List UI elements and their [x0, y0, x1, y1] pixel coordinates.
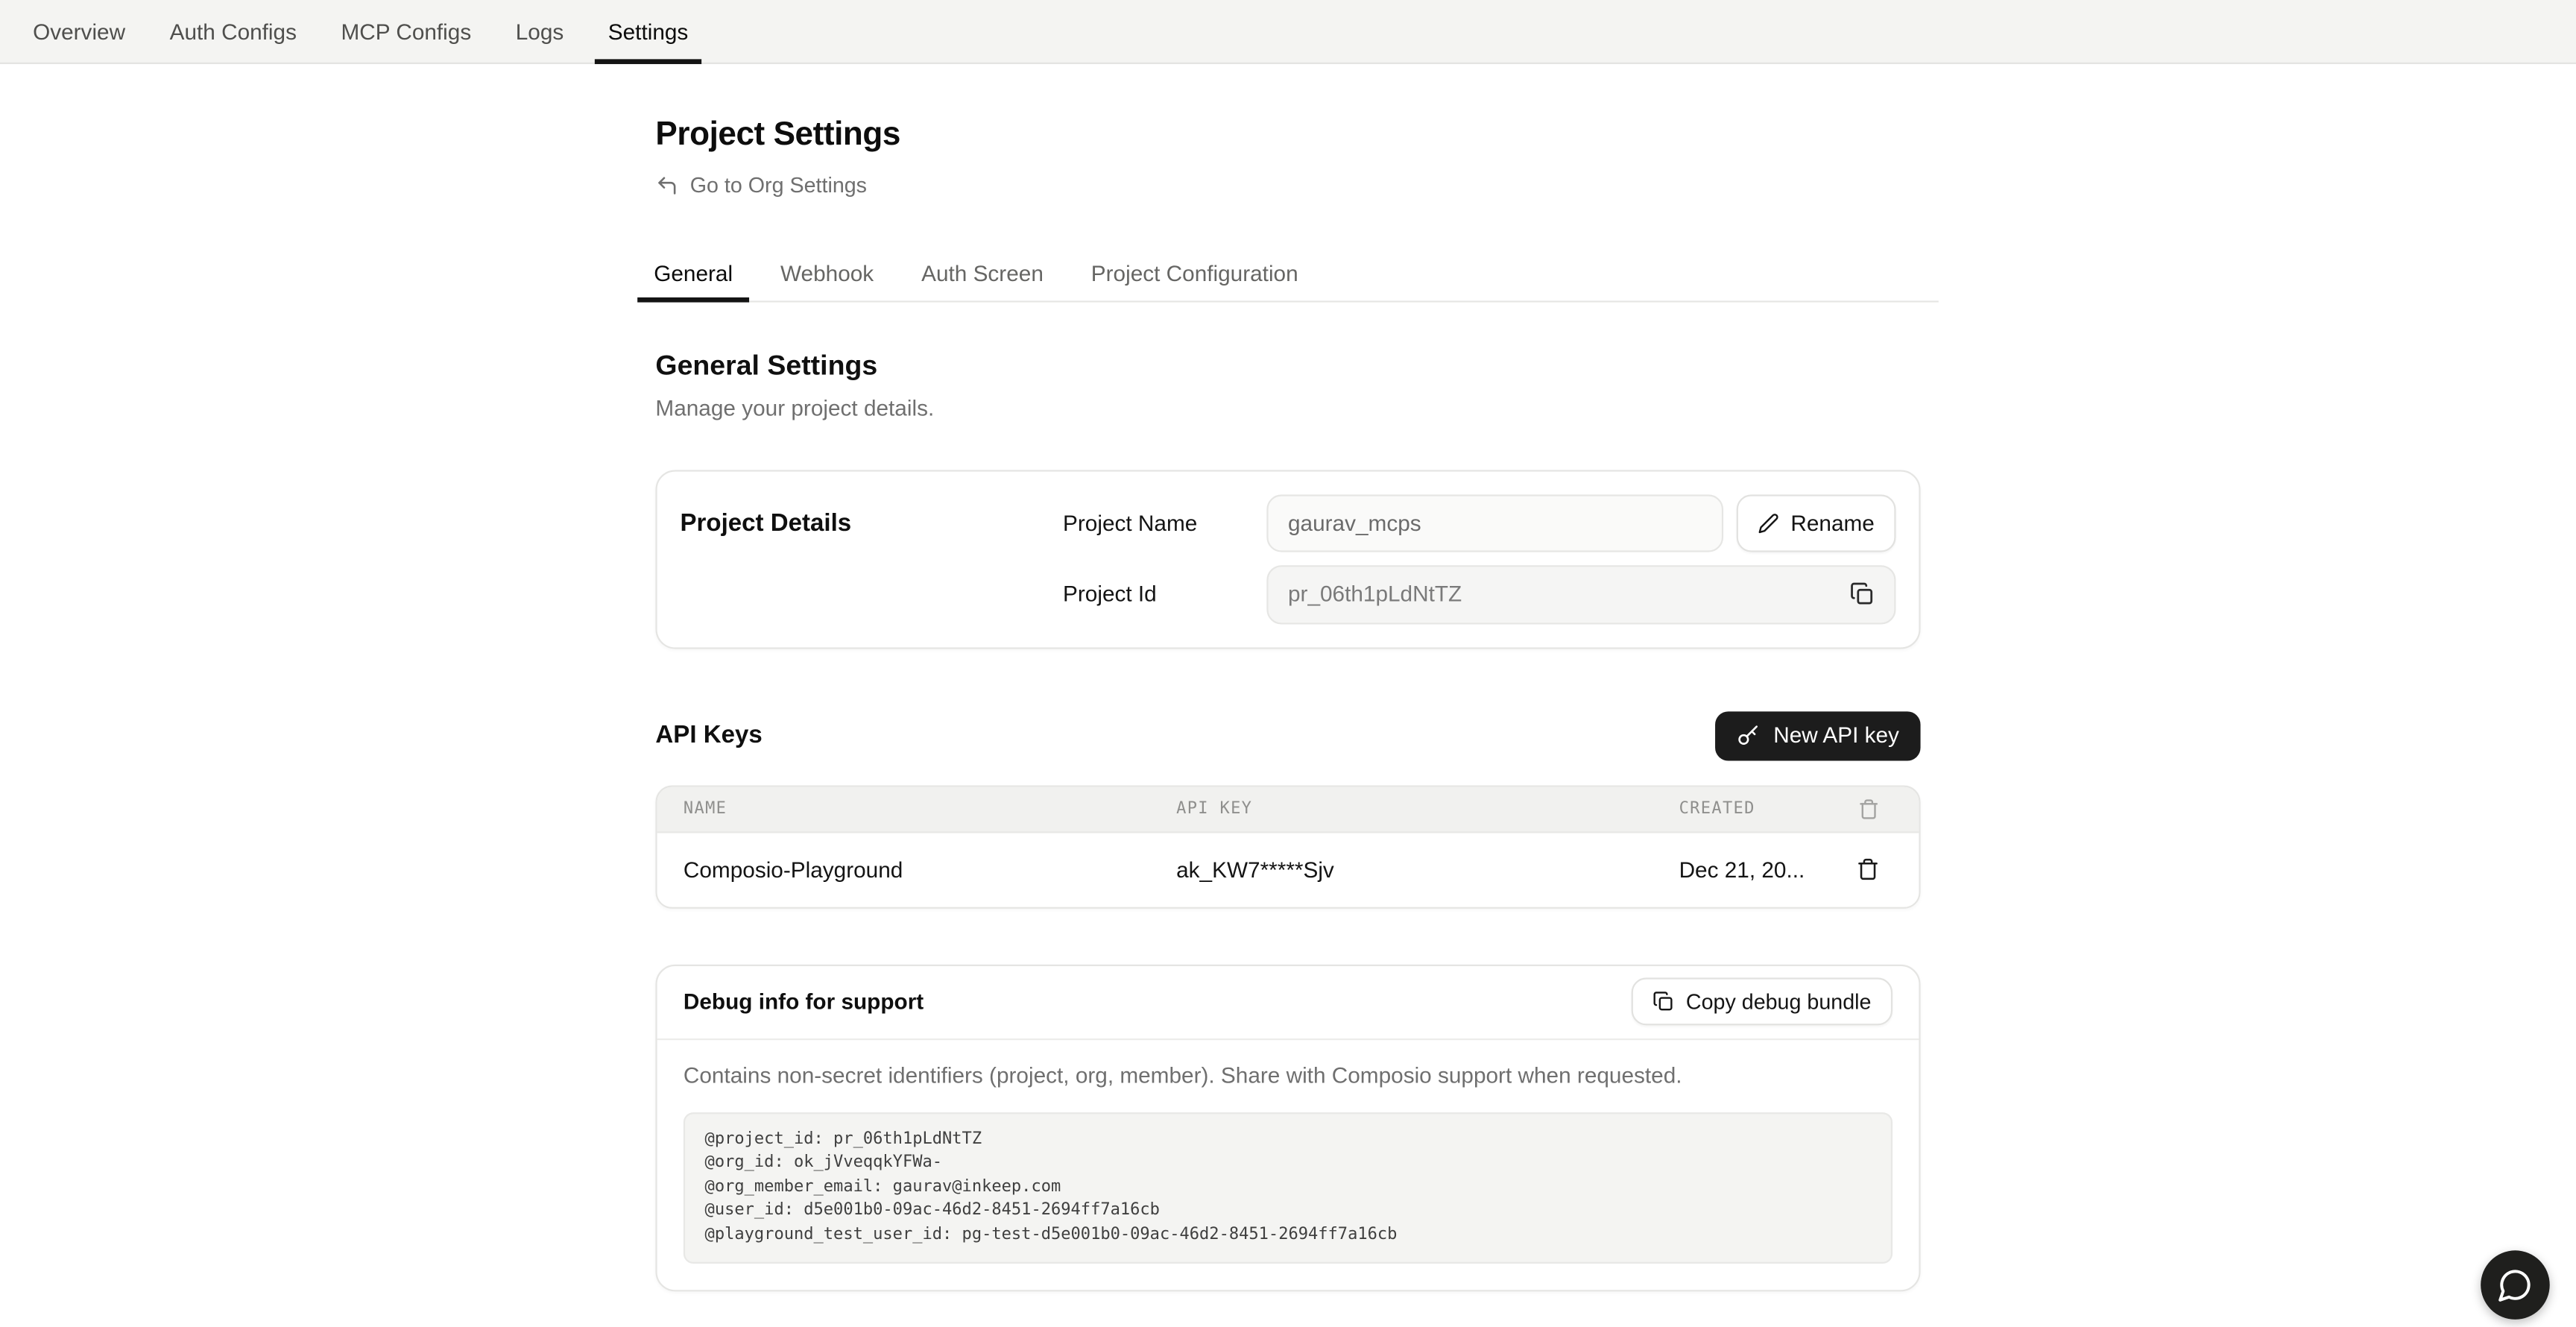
project-details-card: Project Details Project Name Rename Proj… — [655, 469, 1920, 648]
tab-webhook[interactable]: Webhook — [764, 246, 890, 300]
api-keys-heading: API Keys — [655, 722, 762, 749]
debug-code-block: @project_id: pr_06th1pLdNtTZ @org_id: ok… — [684, 1112, 1892, 1264]
project-id-value: pr_06th1pLdNtTZ — [1288, 581, 1850, 606]
debug-card-body: Contains non-secret identifiers (project… — [657, 1039, 1919, 1290]
top-navigation: Overview Auth Configs MCP Configs Logs S… — [0, 0, 2576, 64]
main-content: Project Settings Go to Org Settings Gene… — [655, 64, 1920, 1327]
project-details-fields: Project Name Rename Project Id pr_06th1p… — [1063, 494, 1895, 623]
code-line-user-id: @user_id: d5e001b0-09ac-46d2-8451-2694ff… — [705, 1200, 1872, 1224]
project-settings-page: Overview Auth Configs MCP Configs Logs S… — [0, 0, 2576, 1327]
general-settings-subheading: Manage your project details. — [655, 395, 1920, 420]
new-api-key-button[interactable]: New API key — [1716, 710, 1920, 760]
project-id-row: Project Id pr_06th1pLdNtTZ — [1063, 564, 1895, 623]
nav-item-overview[interactable]: Overview — [19, 0, 138, 63]
settings-tabs: General Webhook Auth Screen Project Conf… — [637, 246, 1939, 302]
column-header-api-key: API KEY — [1176, 799, 1679, 817]
general-settings-heading: General Settings — [655, 349, 1920, 382]
copy-debug-bundle-button[interactable]: Copy debug bundle — [1632, 977, 1892, 1025]
tab-general[interactable]: General — [637, 246, 749, 300]
rename-button[interactable]: Rename — [1737, 494, 1896, 551]
column-header-created: CREATED — [1679, 799, 1843, 817]
project-name-input[interactable] — [1266, 494, 1723, 551]
copy-project-id-button[interactable] — [1850, 581, 1875, 606]
pencil-icon — [1758, 512, 1779, 534]
code-line-org-member-email: @org_member_email: gaurav@inkeep.com — [705, 1176, 1872, 1200]
nav-item-auth-configs[interactable]: Auth Configs — [157, 0, 310, 63]
api-key-created-date: Dec 21, 20... — [1679, 857, 1843, 881]
project-name-label: Project Name — [1063, 510, 1266, 535]
trash-icon — [1857, 798, 1879, 819]
debug-info-card: Debug info for support Copy debug bundle… — [655, 964, 1920, 1293]
trash-icon — [1857, 858, 1880, 881]
support-chat-button[interactable] — [2481, 1250, 2550, 1320]
rename-button-label: Rename — [1790, 510, 1874, 535]
back-link-label: Go to Org Settings — [690, 172, 867, 197]
debug-card-header: Debug info for support Copy debug bundle — [657, 965, 1919, 1039]
code-line-org-id: @org_id: ok_jVveqqkYFWa- — [705, 1152, 1872, 1176]
nav-item-settings[interactable]: Settings — [595, 0, 701, 63]
api-key-name: Composio-Playground — [684, 857, 1176, 881]
column-header-name: NAME — [684, 799, 1176, 817]
copy-debug-bundle-label: Copy debug bundle — [1686, 989, 1872, 1014]
go-to-org-settings-link[interactable]: Go to Org Settings — [655, 172, 867, 197]
code-line-project-id: @project_id: pr_06th1pLdNtTZ — [705, 1128, 1872, 1152]
project-id-field: pr_06th1pLdNtTZ — [1266, 564, 1895, 623]
tab-auth-screen[interactable]: Auth Screen — [905, 246, 1060, 300]
copy-icon — [1653, 991, 1675, 1012]
project-details-title: Project Details — [680, 494, 1063, 623]
debug-description: Contains non-secret identifiers (project… — [684, 1062, 1892, 1087]
api-keys-header: API Keys New API key — [655, 710, 1920, 760]
project-id-label: Project Id — [1063, 581, 1266, 606]
copy-icon — [1850, 581, 1875, 606]
api-key-masked-value: ak_KW7*****Sjv — [1176, 857, 1679, 881]
debug-card-title: Debug info for support — [684, 989, 924, 1014]
delete-api-key-button[interactable] — [1843, 858, 1892, 881]
chat-bubble-icon — [2497, 1267, 2533, 1302]
new-api-key-label: New API key — [1773, 723, 1899, 748]
corner-up-left-icon — [655, 174, 678, 197]
tab-project-configuration[interactable]: Project Configuration — [1075, 246, 1315, 300]
project-name-row: Project Name Rename — [1063, 494, 1895, 551]
nav-item-mcp-configs[interactable]: MCP Configs — [328, 0, 484, 63]
column-header-delete — [1843, 798, 1892, 819]
api-keys-table: NAME API KEY CREATED Composio-Playground… — [655, 784, 1920, 907]
nav-item-logs[interactable]: Logs — [502, 0, 577, 63]
api-keys-table-header: NAME API KEY CREATED — [657, 787, 1919, 833]
api-key-row: Composio-Playground ak_KW7*****Sjv Dec 2… — [657, 832, 1919, 906]
page-title: Project Settings — [655, 116, 1920, 154]
code-line-playground-test-user-id: @playground_test_user_id: pg-test-d5e001… — [705, 1224, 1872, 1248]
key-icon — [1737, 724, 1761, 747]
